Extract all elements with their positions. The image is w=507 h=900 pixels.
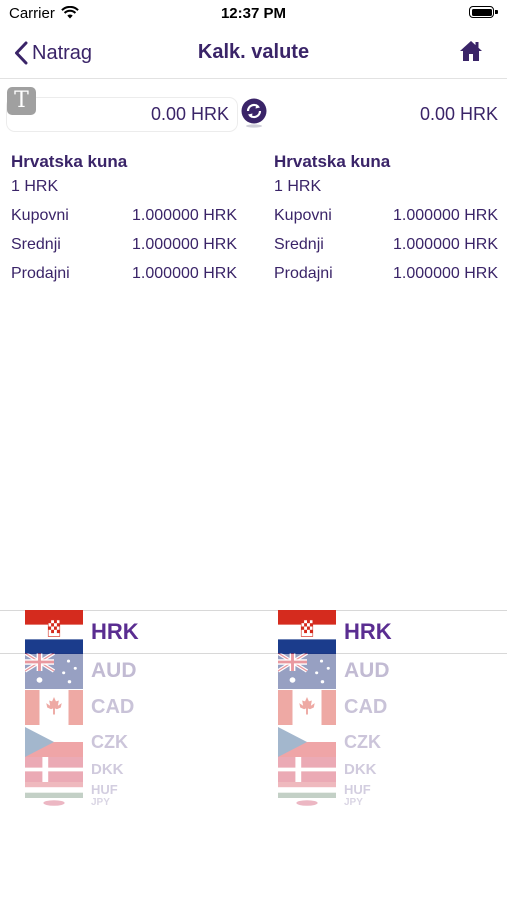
- to-currency-name: Hrvatska kuna: [274, 152, 391, 171]
- rate-value: 1.000000 HRK: [132, 265, 237, 282]
- denmark-flag-icon: [25, 757, 83, 782]
- picker-item-aud[interactable]: AUD: [25, 653, 245, 689]
- picker-item-czk[interactable]: CZK: [278, 727, 498, 757]
- status-bar: Carrier 12:37 PM: [0, 0, 507, 28]
- currency-code: AUD: [344, 659, 390, 682]
- currency-code: CAD: [91, 696, 135, 718]
- rate-row-middle: Srednji 1.000000 HRK: [11, 236, 237, 265]
- currency-code: JPY: [91, 797, 110, 808]
- croatia-flag-icon: [25, 610, 83, 654]
- currency-code: DKK: [91, 761, 124, 778]
- rate-value: 1.000000 HRK: [393, 207, 498, 224]
- to-currency-picker[interactable]: HRK AUD CAD CZK DKK HUF JPY: [278, 610, 498, 810]
- to-currency-unit: 1 HRK: [274, 178, 322, 195]
- picker-item-jpy[interactable]: JPY: [278, 798, 498, 808]
- currency-code: HUF: [344, 782, 371, 797]
- home-icon[interactable]: [459, 40, 483, 62]
- picker-item-aud[interactable]: AUD: [278, 653, 498, 689]
- hungary-flag-icon: [278, 782, 336, 798]
- currency-code: CAD: [344, 696, 388, 718]
- rate-row-buying: Kupovni 1.000000 HRK: [11, 207, 237, 236]
- rate-row-buying: Kupovni 1.000000 HRK: [274, 207, 498, 236]
- currency-code: CZK: [91, 732, 128, 752]
- rate-label: Srednji: [11, 236, 61, 253]
- japan-flag-icon: [278, 798, 336, 808]
- from-currency-unit: 1 HRK: [11, 178, 59, 195]
- rate-row-selling: Prodajni 1.000000 HRK: [11, 265, 237, 294]
- navigation-bar: Natrag Kalk. valute: [0, 28, 507, 79]
- to-currency-rates: Hrvatska kuna 1 HRK Kupovni 1.000000 HRK…: [274, 152, 498, 294]
- picker-item-huf[interactable]: HUF: [25, 782, 245, 798]
- from-currency-picker[interactable]: HRK AUD CAD CZK DKK HUF JPY: [25, 610, 245, 810]
- rate-value: 1.000000 HRK: [132, 236, 237, 253]
- clock: 12:37 PM: [220, 5, 287, 22]
- denmark-flag-icon: [278, 757, 336, 782]
- australia-flag-icon: [25, 653, 83, 689]
- text-toggle-icon[interactable]: T: [7, 87, 36, 115]
- page-title: Kalk. valute: [197, 41, 310, 63]
- picker-item-cad[interactable]: CAD: [25, 690, 245, 725]
- picker-item-dkk[interactable]: DKK: [278, 757, 498, 782]
- picker-item-cad[interactable]: CAD: [278, 690, 498, 725]
- from-currency-rates: Hrvatska kuna 1 HRK Kupovni 1.000000 HRK…: [11, 152, 237, 294]
- picker-item-hrk[interactable]: HRK: [25, 610, 245, 654]
- currency-code: HRK: [344, 619, 392, 644]
- czech-flag-icon: [278, 727, 336, 757]
- picker-item-jpy[interactable]: JPY: [25, 798, 245, 808]
- currency-code: HRK: [91, 619, 139, 644]
- rate-row-middle: Srednji 1.000000 HRK: [274, 236, 498, 265]
- currency-code: AUD: [91, 659, 137, 682]
- amount-input[interactable]: 0.00 HRK: [6, 97, 238, 132]
- from-currency-name: Hrvatska kuna: [11, 152, 128, 171]
- canada-flag-icon: [25, 690, 83, 725]
- picker-item-czk[interactable]: CZK: [25, 727, 245, 757]
- battery-icon: [469, 6, 499, 20]
- rate-label: Srednji: [274, 236, 324, 253]
- amount-input-value: 0.00 HRK: [150, 104, 229, 124]
- rate-label: Prodajni: [11, 265, 70, 282]
- picker-item-dkk[interactable]: DKK: [25, 757, 245, 782]
- japan-flag-icon: [25, 798, 83, 808]
- swap-currencies-icon[interactable]: [240, 98, 268, 128]
- currency-code: CZK: [344, 732, 381, 752]
- currency-code: HUF: [91, 782, 118, 797]
- rate-row-selling: Prodajni 1.000000 HRK: [274, 265, 498, 294]
- rate-label: Prodajni: [274, 265, 333, 282]
- picker-item-hrk[interactable]: HRK: [278, 610, 498, 654]
- canada-flag-icon: [278, 690, 336, 725]
- hungary-flag-icon: [25, 782, 83, 798]
- rate-label: Kupovni: [11, 207, 69, 224]
- currency-code: DKK: [344, 761, 377, 778]
- currency-code: JPY: [344, 797, 363, 808]
- rate-value: 1.000000 HRK: [132, 207, 237, 224]
- croatia-flag-icon: [278, 610, 336, 654]
- rate-value: 1.000000 HRK: [393, 265, 498, 282]
- australia-flag-icon: [278, 653, 336, 689]
- converted-amount: 0.00 HRK: [419, 104, 498, 124]
- picker-item-huf[interactable]: HUF: [278, 782, 498, 798]
- rate-value: 1.000000 HRK: [393, 236, 498, 253]
- czech-flag-icon: [25, 727, 83, 757]
- rate-label: Kupovni: [274, 207, 332, 224]
